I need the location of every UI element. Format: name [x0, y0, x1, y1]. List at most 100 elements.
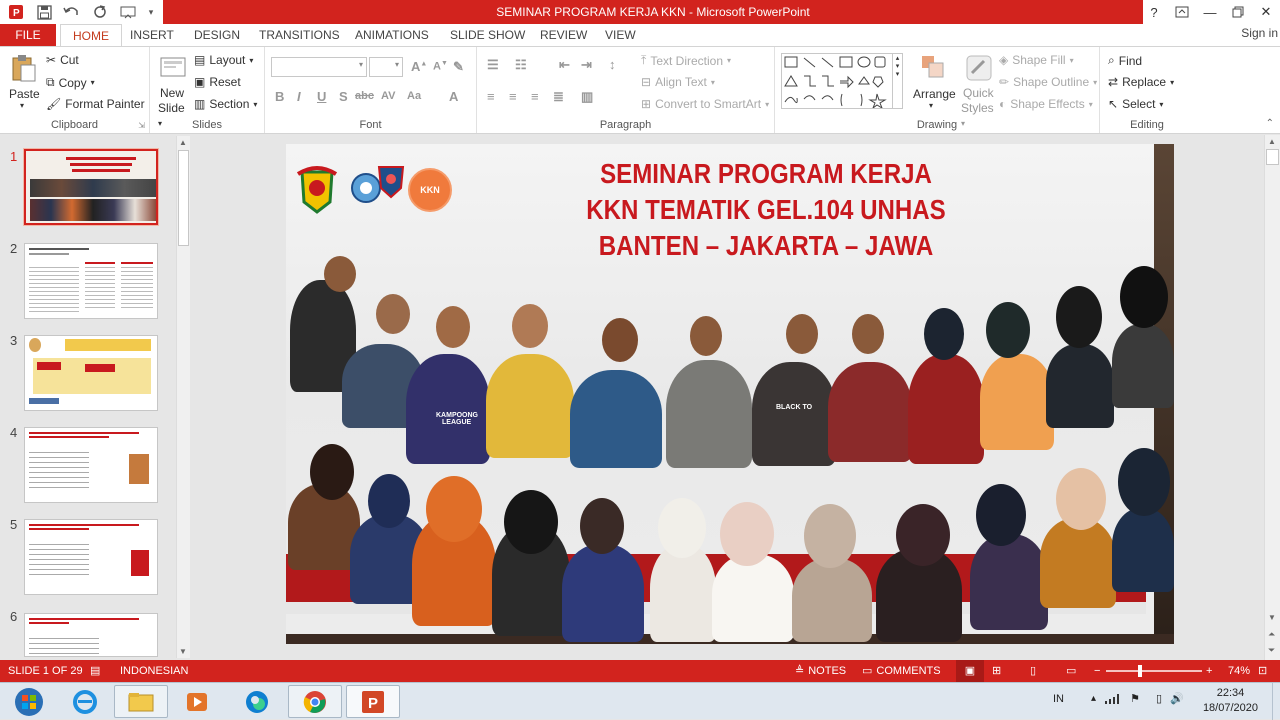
start-from-beginning-icon[interactable]: [118, 2, 138, 22]
thumbnail-scrollbar[interactable]: ▲ ▼: [176, 136, 190, 658]
notes-button[interactable]: ≜ NOTES: [795, 660, 846, 682]
show-hidden-icons-icon[interactable]: ▴: [1091, 693, 1096, 704]
slide-thumbnail-1[interactable]: [23, 148, 159, 226]
section-button[interactable]: ▥ Section ▾: [194, 97, 257, 111]
powerpoint-taskbar-button[interactable]: P: [346, 685, 400, 718]
shape-fill-button[interactable]: ◈ Shape Fill ▾: [999, 53, 1074, 67]
reset-button[interactable]: ▣ Reset: [194, 75, 241, 89]
sign-in-link[interactable]: Sign in: [1241, 24, 1278, 42]
slide-thumbnail-2[interactable]: [24, 243, 158, 319]
slide-thumbnail-6[interactable]: [24, 613, 158, 657]
minimize-icon[interactable]: —: [1196, 0, 1224, 24]
align-center-icon[interactable]: ≡: [509, 89, 517, 104]
format-painter-button[interactable]: 🖌 Format Painter: [46, 97, 145, 111]
close-icon[interactable]: ✕: [1252, 0, 1280, 24]
volume-icon[interactable]: 🔊: [1170, 692, 1184, 705]
layout-button[interactable]: ▤ Layout ▾: [194, 53, 253, 67]
align-left-icon[interactable]: ≡: [487, 89, 495, 104]
slide-thumbnail-3[interactable]: [24, 335, 158, 411]
line-spacing-icon[interactable]: ↕: [609, 57, 616, 72]
media-player-button[interactable]: [170, 685, 224, 718]
previous-slide-icon[interactable]: ⏶: [1268, 629, 1275, 640]
ribbon-display-options-icon[interactable]: [1168, 0, 1196, 24]
shape-outline-button[interactable]: ✏ Shape Outline ▾: [999, 75, 1097, 89]
copy-button[interactable]: ⧉ Copy ▾: [46, 75, 95, 90]
scroll-up-icon[interactable]: ▲: [1268, 137, 1276, 146]
tab-home[interactable]: HOME: [60, 24, 122, 47]
start-button[interactable]: [2, 685, 56, 718]
dialog-launcher-icon[interactable]: ⇲: [138, 121, 145, 130]
align-right-icon[interactable]: ≡: [531, 89, 539, 104]
bold-button[interactable]: B: [275, 89, 284, 104]
scroll-thumb[interactable]: [178, 150, 189, 246]
internet-explorer-button[interactable]: [58, 685, 112, 718]
zoom-slider[interactable]: [1106, 665, 1202, 677]
select-button[interactable]: ↖ Select ▾: [1108, 97, 1163, 111]
zoom-in-icon[interactable]: +: [1206, 660, 1212, 682]
scroll-down-icon[interactable]: ▼: [179, 647, 187, 656]
bullets-icon[interactable]: ☰: [487, 57, 499, 73]
zoom-out-icon[interactable]: −: [1094, 660, 1100, 682]
file-explorer-button[interactable]: [114, 685, 168, 718]
normal-view-icon[interactable]: ▣: [956, 660, 984, 682]
font-family-combo[interactable]: ▾: [271, 57, 367, 77]
tab-view[interactable]: VIEW: [593, 24, 648, 46]
scroll-thumb[interactable]: [1266, 149, 1279, 165]
spell-check-icon[interactable]: ▤: [90, 660, 100, 682]
save-icon[interactable]: [34, 2, 54, 22]
input-language[interactable]: IN: [1053, 693, 1064, 705]
tab-review[interactable]: REVIEW: [528, 24, 599, 46]
clear-formatting-icon[interactable]: ✎: [453, 59, 464, 75]
customize-qat-icon[interactable]: ▾: [146, 2, 156, 22]
quick-styles-button[interactable]: Quick Styles ▾: [959, 53, 999, 128]
slide-sorter-icon[interactable]: ⊞: [992, 660, 1001, 682]
increase-indent-icon[interactable]: ⇥: [581, 57, 592, 73]
arrange-button[interactable]: Arrange ▾: [911, 53, 956, 113]
find-button[interactable]: ⌕ Find: [1108, 53, 1142, 68]
reading-view-icon[interactable]: ▯: [1030, 660, 1036, 682]
undo-icon[interactable]: [62, 2, 82, 22]
network-icon[interactable]: [1104, 693, 1120, 708]
tab-animations[interactable]: ANIMATIONS: [343, 24, 441, 46]
restore-icon[interactable]: [1224, 0, 1252, 24]
clock[interactable]: 22:34 18/07/2020: [1203, 686, 1258, 716]
text-shadow-button[interactable]: S: [339, 89, 348, 104]
align-text-button[interactable]: ⊟ Align Text ▾: [641, 75, 715, 89]
scroll-up-icon[interactable]: ▲: [179, 138, 187, 147]
help-button[interactable]: ?: [1140, 0, 1168, 24]
edge-button[interactable]: [230, 685, 284, 718]
italic-button[interactable]: I: [297, 89, 301, 104]
gallery-scroll[interactable]: ▴ ▾ ▾: [892, 54, 902, 108]
battery-icon[interactable]: ▯: [1156, 692, 1162, 705]
chrome-button[interactable]: [288, 685, 342, 718]
slide-thumbnail-5[interactable]: [24, 519, 158, 595]
slide-thumbnail-4[interactable]: [24, 427, 158, 503]
text-direction-button[interactable]: ⤒ Text Direction ▾: [641, 53, 731, 68]
font-color-button[interactable]: A: [449, 89, 458, 104]
tab-design[interactable]: DESIGN: [182, 24, 252, 46]
underline-button[interactable]: U: [317, 89, 326, 104]
comments-button[interactable]: ▭ COMMENTS: [862, 660, 941, 682]
tab-slide-show[interactable]: SLIDE SHOW: [438, 24, 537, 46]
slide-canvas[interactable]: KKN SEMINAR PROGRAM KERJA KKN TEMATIK GE…: [286, 144, 1174, 644]
scroll-down-icon[interactable]: ▼: [1268, 613, 1276, 622]
slide-scrollbar[interactable]: ▲ ▼ ⏶ ⏷: [1264, 135, 1280, 660]
zoom-slider-thumb[interactable]: [1138, 665, 1143, 677]
character-spacing-button[interactable]: AV: [381, 90, 395, 102]
tab-insert[interactable]: INSERT: [118, 24, 186, 46]
decrease-indent-icon[interactable]: ⇤: [559, 57, 570, 73]
replace-button[interactable]: ⇄ Replace ▾: [1108, 75, 1174, 89]
numbering-icon[interactable]: ☷: [515, 57, 527, 73]
tab-transitions[interactable]: TRANSITIONS: [247, 24, 352, 46]
slideshow-view-icon[interactable]: ▭: [1066, 660, 1076, 682]
collapse-ribbon-icon[interactable]: ⌃: [1266, 118, 1274, 129]
language-indicator[interactable]: INDONESIAN: [120, 660, 188, 682]
next-slide-icon[interactable]: ⏷: [1268, 645, 1275, 656]
grow-font-button[interactable]: A▲: [411, 59, 427, 74]
action-center-flag-icon[interactable]: ⚑: [1130, 692, 1140, 705]
paste-button[interactable]: Paste ▾: [6, 53, 42, 113]
slide-title[interactable]: SEMINAR PROGRAM KERJA KKN TEMATIK GEL.10…: [577, 156, 955, 264]
redo-icon[interactable]: [90, 2, 110, 22]
strikethrough-button[interactable]: abc: [355, 90, 374, 102]
shapes-gallery[interactable]: ▴ ▾ ▾: [781, 53, 903, 110]
